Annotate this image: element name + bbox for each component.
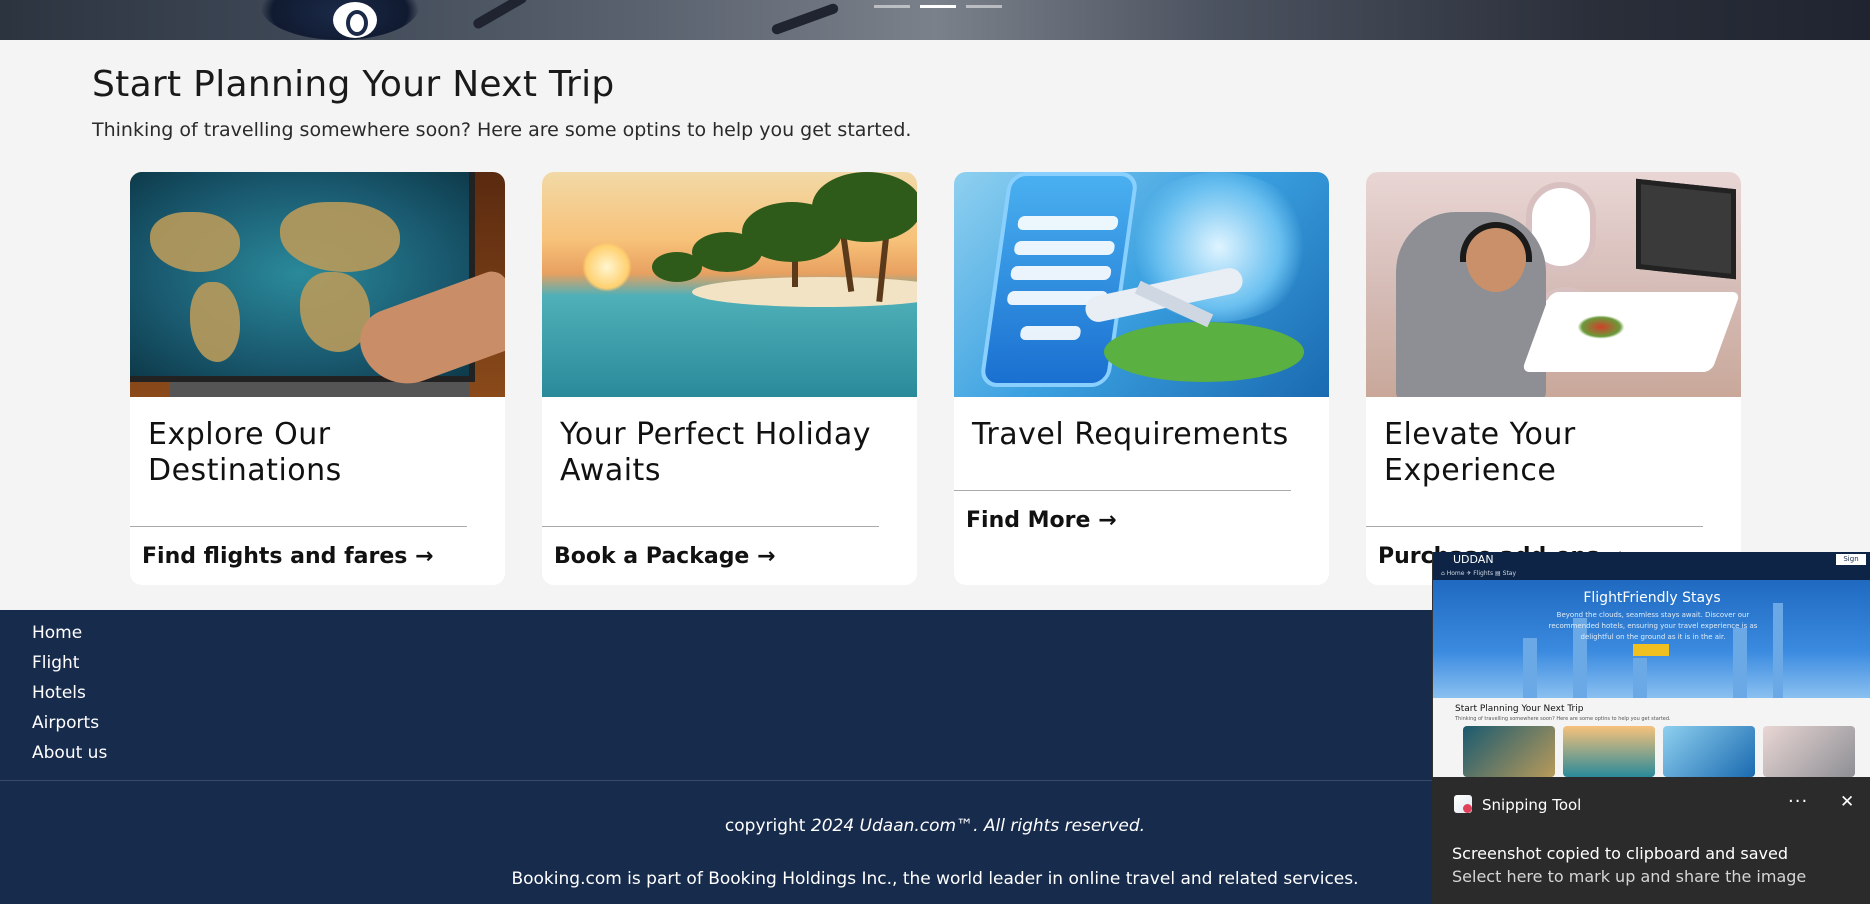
footer-link-hotels[interactable]: Hotels [32, 678, 107, 708]
close-icon[interactable]: ✕ [1840, 792, 1854, 812]
preview-section-title: Start Planning Your Next Trip [1455, 704, 1584, 714]
inflight-cabin-image [1366, 172, 1741, 397]
card-travel-requirements: Travel Requirements Find More → [954, 172, 1329, 585]
carousel-dot[interactable] [874, 5, 910, 8]
card-title: Travel Requirements [972, 417, 1289, 452]
planning-cards: Explore Our Destinations Find flights an… [130, 172, 1741, 585]
carousel-dot-active[interactable] [920, 5, 956, 8]
toast-message: Screenshot copied to clipboard and saved [1452, 844, 1788, 863]
footer-link-airports[interactable]: Airports [32, 708, 107, 738]
footer-link-about[interactable]: About us [32, 738, 107, 768]
preview-nav: ⌂ Home ✈ Flights ▤ Stay [1433, 568, 1870, 580]
card-divider [1366, 526, 1703, 527]
copyright-prefix: copyright [724, 816, 811, 836]
card-divider [542, 526, 879, 527]
carousel-dot[interactable] [966, 5, 1002, 8]
book-package-link[interactable]: Book a Package → [554, 544, 775, 569]
flight-booking-phone-image [954, 172, 1329, 397]
preview-hero-sub: Beyond the clouds, seamless stays await.… [1548, 611, 1758, 641]
headphones-icon [1460, 222, 1532, 262]
preview-section-sub: Thinking of travelling somewhere soon? H… [1455, 716, 1671, 722]
planning-section: Start Planning Your Next Trip Thinking o… [92, 64, 911, 141]
snip-preview-thumbnail[interactable]: UDDAN ⌂ Home ✈ Flights ▤ Stay Sign Fligh… [1432, 552, 1870, 777]
hero-carousel [0, 0, 1870, 40]
card-title: Your Perfect Holiday Awaits [560, 417, 871, 488]
find-more-link[interactable]: Find More → [966, 508, 1117, 533]
card-divider [954, 490, 1291, 491]
footer-nav: Home Flight Hotels Airports About us [32, 618, 107, 768]
carousel-dots [874, 5, 1002, 8]
hero-bird-icon [770, 2, 840, 36]
card-elevate-experience: Elevate Your Experience Purchase add-ons… [1366, 172, 1741, 585]
card-holiday-packages: Your Perfect Holiday Awaits Book a Packa… [542, 172, 917, 585]
airline-logo-icon [333, 2, 377, 38]
hero-bird-icon [471, 0, 529, 31]
card-explore-destinations: Explore Our Destinations Find flights an… [130, 172, 505, 585]
footer-link-home[interactable]: Home [32, 618, 107, 648]
seatback-screen-icon [1636, 178, 1736, 280]
preview-hero: FlightFriendly Stays Beyond the clouds, … [1433, 580, 1870, 698]
snipping-tool-toast[interactable]: Snipping Tool ··· ✕ Screenshot copied to… [1432, 777, 1870, 904]
card-divider [130, 526, 467, 527]
planning-subtitle: Thinking of travelling somewhere soon? H… [92, 119, 912, 141]
card-title: Explore Our Destinations [148, 417, 342, 488]
preview-hero-title: FlightFriendly Stays [1583, 590, 1721, 606]
toast-hint: Select here to mark up and share the ima… [1452, 867, 1807, 886]
copyright-italic: 2024 Udaan.com™. All rights reserved. [810, 816, 1146, 836]
world-map-laptop-image [130, 172, 505, 397]
tropical-beach-image [542, 172, 917, 397]
preview-signin: Sign [1836, 554, 1866, 565]
footer-link-flight[interactable]: Flight [32, 648, 107, 678]
preview-section: Start Planning Your Next Trip Thinking o… [1433, 698, 1870, 777]
preview-hero-button [1633, 644, 1669, 656]
more-options-icon[interactable]: ··· [1788, 791, 1808, 812]
preview-brand: UDDAN [1433, 552, 1870, 568]
find-flights-link[interactable]: Find flights and fares → [142, 544, 433, 569]
planning-title: Start Planning Your Next Trip [92, 64, 615, 105]
toast-app-name: Snipping Tool [1482, 796, 1582, 814]
card-title: Elevate Your Experience [1384, 417, 1576, 488]
snipping-tool-icon [1454, 795, 1472, 813]
